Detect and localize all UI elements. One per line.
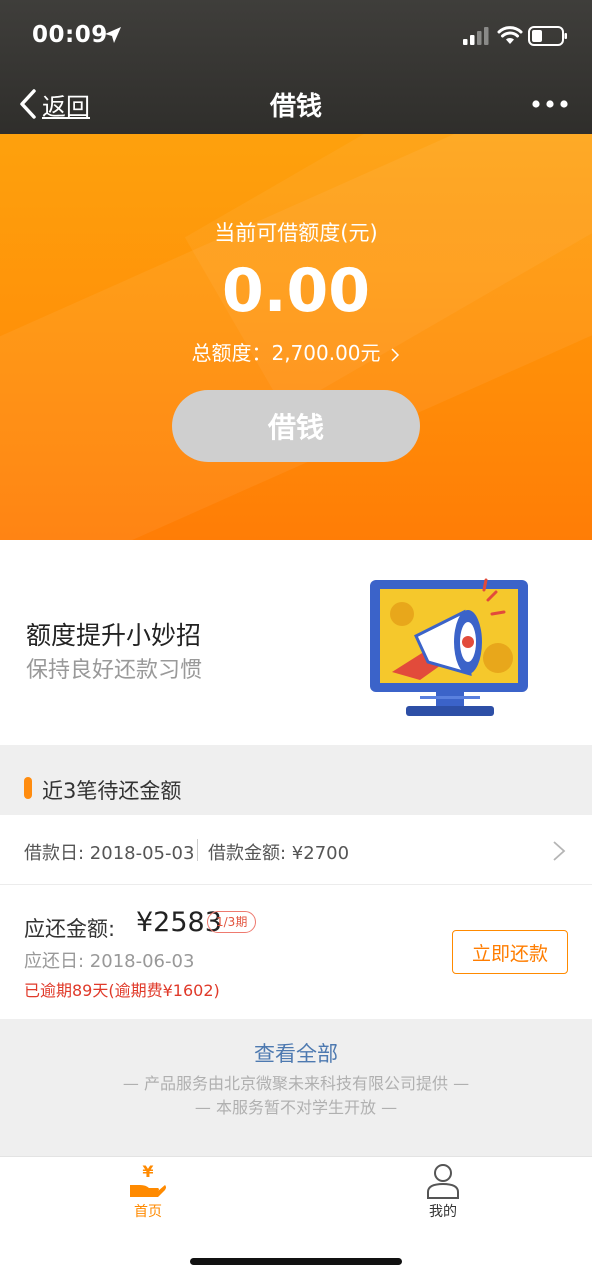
view-all-link[interactable]: 查看全部 bbox=[0, 1038, 592, 1068]
pending-repayments-header: 近3笔待还金额 bbox=[0, 745, 592, 815]
more-dots-icon[interactable] bbox=[530, 94, 570, 114]
total-quota-link[interactable]: 总额度：2,700.00元 bbox=[0, 337, 592, 366]
tab-home-label: 首页 bbox=[134, 1204, 162, 1220]
section-accent-bar bbox=[24, 777, 32, 799]
tab-mine-label: 我的 bbox=[429, 1204, 457, 1220]
loan-card: 借款日: 2018-05-03 借款金额: ¥2700 应还金额: ¥2583 … bbox=[0, 815, 592, 1019]
overdue-notice: 已逾期89天(逾期费¥1602) bbox=[24, 981, 220, 1000]
loan-amount: 借款金额: ¥2700 bbox=[208, 843, 350, 864]
megaphone-monitor-illustration bbox=[370, 578, 528, 716]
repay-now-button[interactable]: 立即还款 bbox=[452, 930, 568, 974]
promo-title: 额度提升小妙招 bbox=[26, 621, 202, 650]
installment-badge: 1/3期 bbox=[207, 911, 257, 933]
due-date: 应还日: 2018-06-03 bbox=[24, 951, 195, 972]
credit-hero: 当前可借额度(元) 0.00 总额度：2,700.00元 借钱 bbox=[0, 134, 592, 540]
available-quota-amount: 0.00 bbox=[221, 256, 371, 326]
total-quota-text: 总额度：2,700.00元 bbox=[191, 341, 381, 365]
status-bar: 00:09 bbox=[0, 0, 592, 70]
section-title: 近3笔待还金额 bbox=[42, 779, 182, 803]
tab-home[interactable]: ¥ 首页 bbox=[88, 1163, 208, 1223]
promo-subtitle: 保持良好还款习惯 bbox=[26, 658, 203, 683]
student-notice: — 本服务暂不对学生开放 — bbox=[194, 1098, 398, 1117]
divider bbox=[197, 839, 198, 861]
loan-date: 借款日: 2018-05-03 bbox=[24, 843, 195, 864]
battery-icon bbox=[528, 26, 567, 46]
page-title: 借钱 bbox=[269, 92, 322, 122]
available-quota-label: 当前可借额度(元) bbox=[214, 221, 378, 245]
svg-text:¥: ¥ bbox=[142, 1163, 153, 1181]
tab-mine[interactable]: 我的 bbox=[383, 1163, 503, 1223]
top-bar: 00:09 返回 借钱 bbox=[0, 0, 592, 134]
signal-icon bbox=[463, 27, 489, 45]
quota-tips-banner[interactable]: 额度提升小妙招 保持良好还款习惯 bbox=[0, 540, 592, 745]
loan-summary-row[interactable]: 借款日: 2018-05-03 借款金额: ¥2700 bbox=[0, 815, 592, 885]
home-indicator bbox=[190, 1258, 402, 1265]
wifi-icon bbox=[497, 26, 523, 44]
chevron-right-icon bbox=[391, 347, 399, 362]
user-icon bbox=[427, 1164, 459, 1199]
chevron-right-icon bbox=[553, 841, 566, 861]
status-time: 00:09 bbox=[32, 22, 108, 48]
due-amount-label: 应还金额: bbox=[24, 917, 116, 941]
provider-note: — 产品服务由北京微聚未来科技有限公司提供 — bbox=[122, 1074, 470, 1093]
yen-hand-icon: ¥ bbox=[130, 1163, 166, 1197]
navigation-bar: 返回 借钱 bbox=[0, 74, 592, 134]
location-arrow-icon bbox=[105, 27, 121, 43]
borrow-button[interactable]: 借钱 bbox=[172, 390, 420, 462]
